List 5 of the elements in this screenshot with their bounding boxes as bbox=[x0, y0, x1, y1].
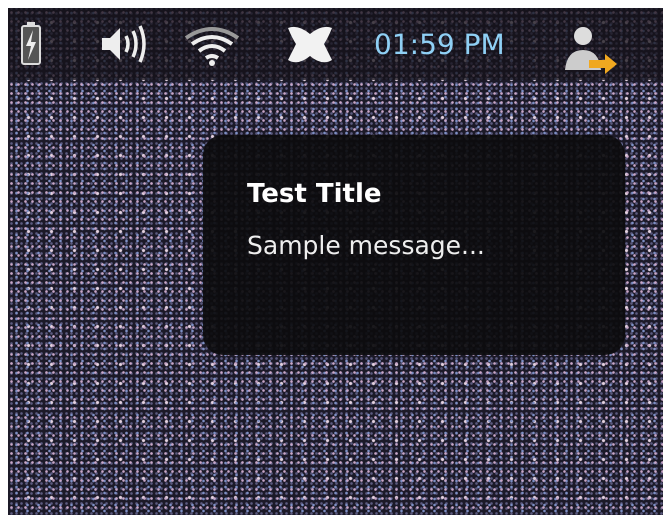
user-switch-icon[interactable] bbox=[562, 24, 619, 74]
notification-title: Test Title bbox=[247, 179, 382, 209]
battery-charging-icon[interactable] bbox=[20, 22, 42, 66]
notification-message: Sample message... bbox=[247, 231, 486, 260]
clock-time[interactable]: 01:59 PM bbox=[374, 28, 505, 60]
